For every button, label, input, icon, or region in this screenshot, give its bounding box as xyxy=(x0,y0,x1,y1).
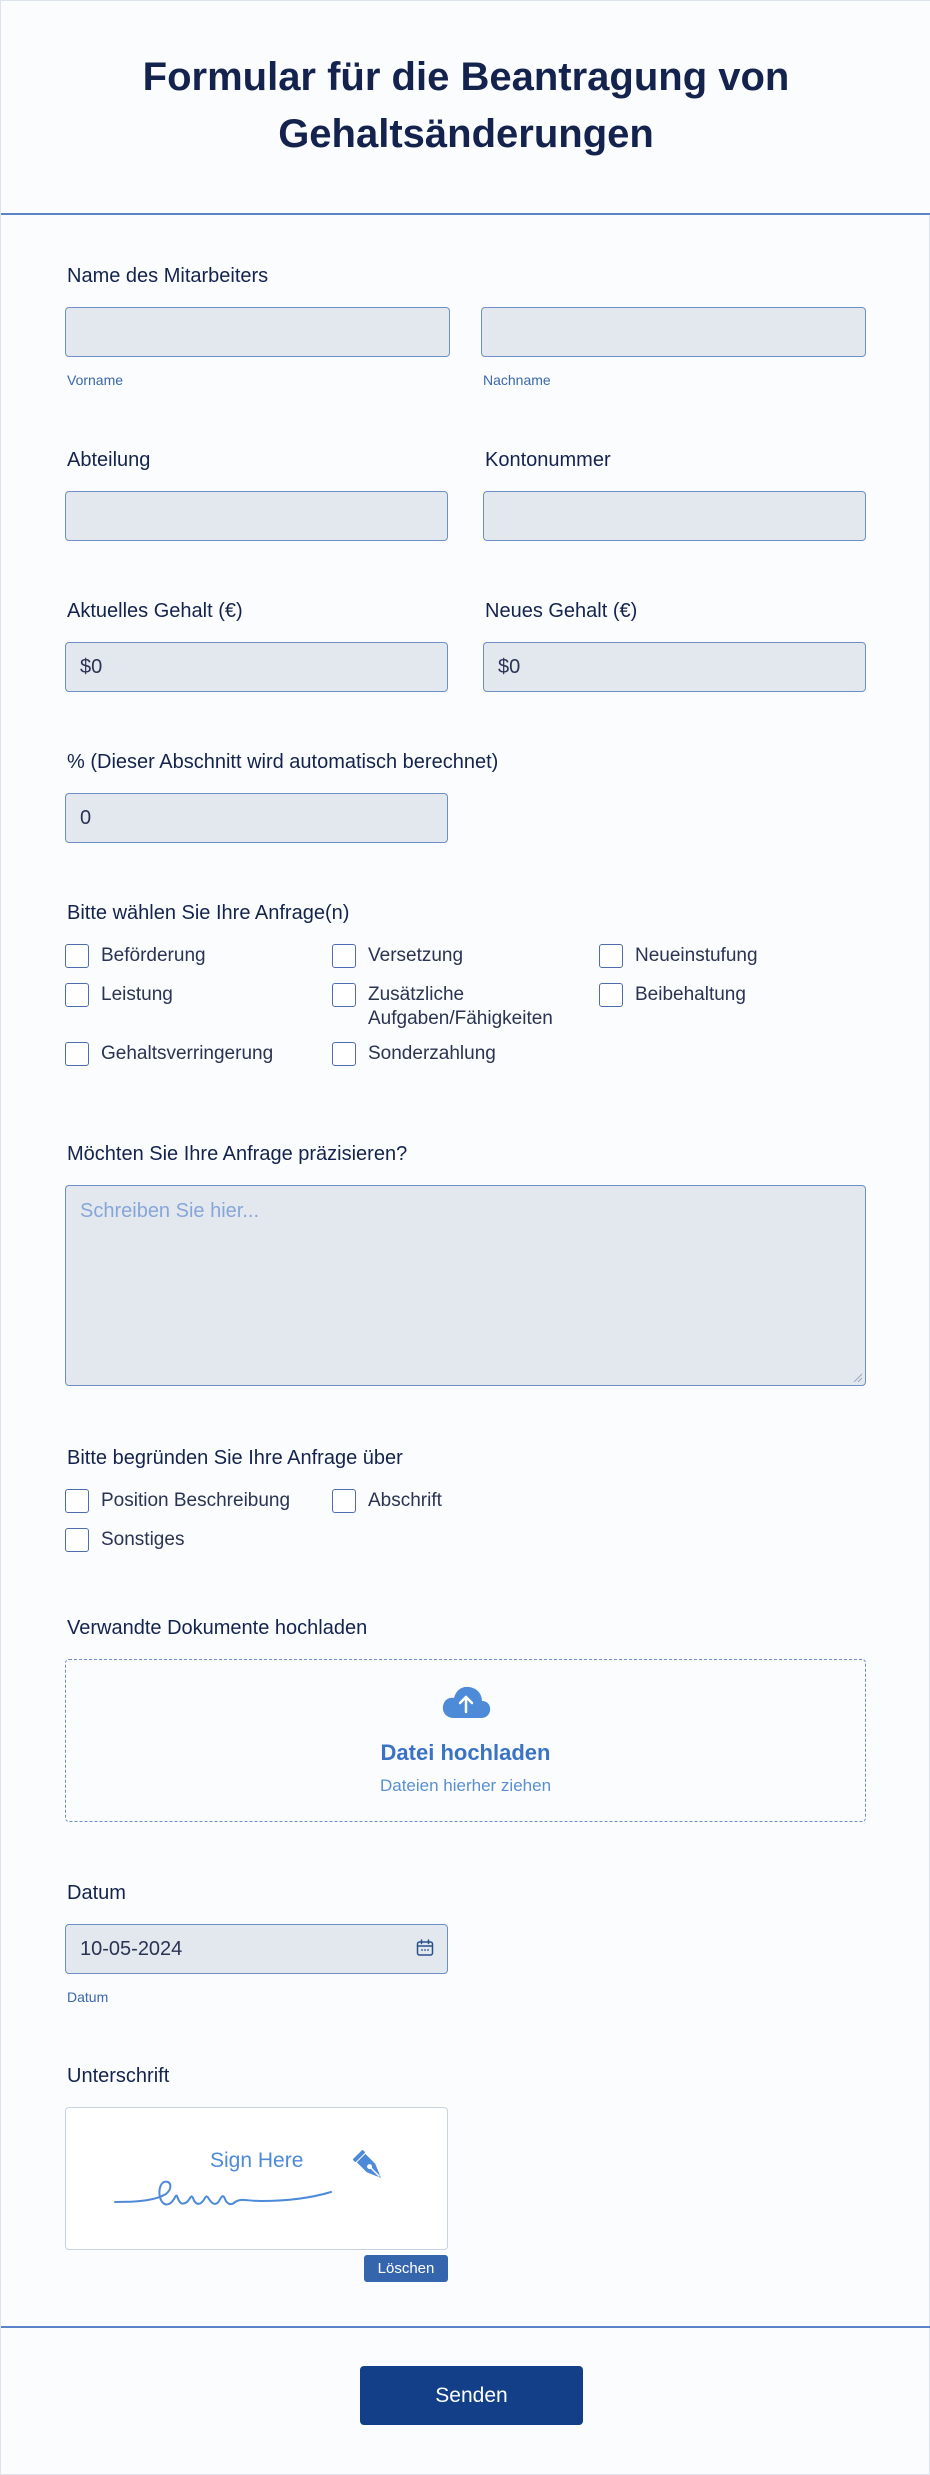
account-number-field[interactable] xyxy=(483,491,866,541)
checkbox-label: Leistung xyxy=(101,984,173,1005)
first-name-sublabel: Vorname xyxy=(67,372,124,388)
date-sublabel: Datum xyxy=(67,1989,109,2005)
date-label: Datum xyxy=(67,1882,126,1904)
upload-subtitle: Dateien hierher ziehen xyxy=(379,1776,552,1795)
details-placeholder: Schreiben Sie hier... xyxy=(80,1200,259,1222)
checkbox-label: Versetzung xyxy=(368,945,464,966)
checkbox-label: Neueinstufung xyxy=(635,945,758,966)
department-label: Abteilung xyxy=(67,449,151,471)
checkbox-label: Beibehaltung xyxy=(635,984,746,1005)
checkbox-label: Beförderung xyxy=(101,945,206,966)
checkbox-versetzung[interactable] xyxy=(332,944,356,968)
upload-title: Datei hochladen xyxy=(380,1740,551,1765)
clear-signature-button[interactable]: Löschen xyxy=(364,2255,448,2282)
file-upload-dropzone[interactable]: Datei hochladen Dateien hierher ziehen xyxy=(65,1659,866,1822)
justify-label: Bitte begründen Sie Ihre Anfrage über xyxy=(67,1447,403,1469)
cloud-upload-icon xyxy=(442,1686,491,1718)
form-header: Formular für die Beantragung von Gehalts… xyxy=(1,1,930,215)
date-field[interactable]: 10-05-2024 xyxy=(65,1924,448,1974)
account-number-label: Kontonummer xyxy=(485,449,611,471)
checkbox-gehaltsverringerung[interactable] xyxy=(65,1042,89,1066)
pen-nib-icon xyxy=(353,2150,381,2178)
upload-label: Verwandte Dokumente hochladen xyxy=(67,1617,368,1639)
current-salary-label: Aktuelles Gehalt (€) xyxy=(67,600,243,622)
checkbox-beibehaltung[interactable] xyxy=(599,983,623,1007)
employee-name-label: Name des Mitarbeiters xyxy=(67,265,269,287)
date-value: 10-05-2024 xyxy=(80,1937,183,1960)
checkbox-befoerderung[interactable] xyxy=(65,944,89,968)
checkbox-abschrift[interactable] xyxy=(332,1489,356,1513)
department-field[interactable] xyxy=(65,491,448,541)
checkbox-label: Sonderzahlung xyxy=(368,1043,496,1064)
first-name-field[interactable] xyxy=(65,307,450,357)
form-page: Formular für die Beantragung von Gehalts… xyxy=(0,0,930,2475)
last-name-field[interactable] xyxy=(481,307,866,357)
checkbox-label: Gehaltsverringerung xyxy=(101,1043,274,1064)
footer-divider xyxy=(1,2326,930,2328)
page-title: Formular für die Beantragung von Gehalts… xyxy=(142,55,790,156)
current-salary-field[interactable]: $0 xyxy=(65,642,448,692)
checkbox-label: Zusätzliche Aufgaben/Fähigkeiten xyxy=(368,984,553,1029)
checkbox-neueinstufung[interactable] xyxy=(599,944,623,968)
details-textarea[interactable]: Schreiben Sie hier... xyxy=(65,1185,866,1386)
checkbox-label: Position Beschreibung xyxy=(101,1490,291,1511)
details-label: Möchten Sie Ihre Anfrage präzisieren? xyxy=(67,1143,408,1165)
checkbox-position-beschreibung[interactable] xyxy=(65,1489,89,1513)
signature-label: Unterschrift xyxy=(67,2065,170,2087)
checkbox-label: Abschrift xyxy=(368,1490,442,1511)
new-salary-field[interactable]: $0 xyxy=(483,642,866,692)
percent-label: % (Dieser Abschnitt wird automatisch ber… xyxy=(67,751,499,773)
percent-field[interactable]: 0 xyxy=(65,793,448,843)
requests-label: Bitte wählen Sie Ihre Anfrage(n) xyxy=(67,902,350,924)
last-name-sublabel: Nachname xyxy=(483,372,551,388)
checkbox-sonstiges[interactable] xyxy=(65,1528,89,1552)
calendar-icon[interactable] xyxy=(415,1938,435,1958)
new-salary-label: Neues Gehalt (€) xyxy=(485,600,638,622)
checkbox-label: Sonstiges xyxy=(101,1529,185,1550)
checkbox-leistung[interactable] xyxy=(65,983,89,1007)
signature-pad[interactable]: Sign Here xyxy=(65,2107,448,2250)
checkbox-sonderzahlung[interactable] xyxy=(332,1042,356,1066)
resize-handle-icon[interactable] xyxy=(852,1372,862,1382)
submit-button[interactable]: Senden xyxy=(360,2366,583,2425)
checkbox-zusaetzliche-aufgaben[interactable] xyxy=(332,983,356,1007)
